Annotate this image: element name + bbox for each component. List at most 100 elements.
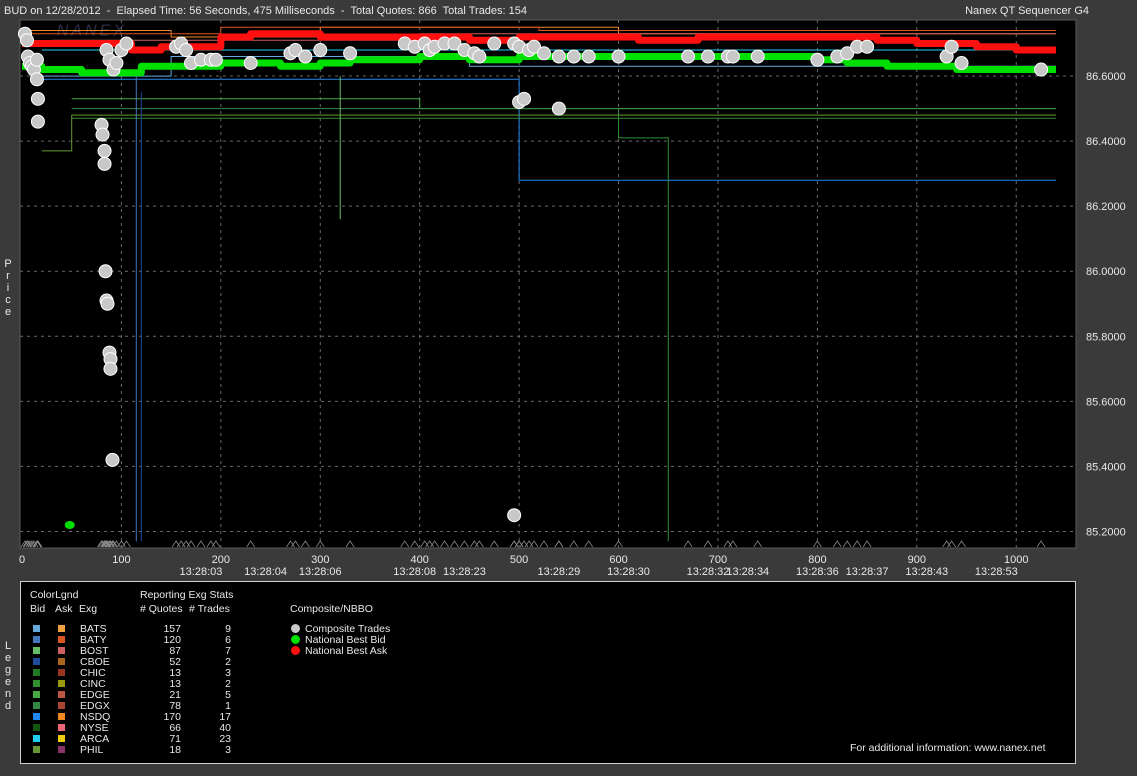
legend-quotes-col: # Quotes <box>140 603 183 615</box>
legend-label-letter: g <box>4 664 12 676</box>
bid-color-swatch <box>33 746 40 753</box>
x-tick-label: 600 <box>609 554 627 566</box>
legend-ask-col: Ask <box>55 603 73 615</box>
legend-trades-col: # Trades <box>189 603 230 615</box>
composite-trade-point <box>1034 62 1049 77</box>
bid-color-swatch <box>33 625 40 632</box>
time-label: 13:28:03 <box>180 566 223 578</box>
bid-color-swatch <box>33 724 40 731</box>
composite-trade-point <box>243 56 258 71</box>
bid-color-swatch <box>33 636 40 643</box>
ask-color-swatch <box>58 625 65 632</box>
y-tick-label: 86.6000 <box>1086 71 1126 83</box>
legend-label-letter: n <box>4 688 12 700</box>
ask-color-swatch <box>58 691 65 698</box>
composite-trade-point <box>103 361 118 376</box>
ask-color-swatch <box>58 647 65 654</box>
composite-trade-point <box>472 49 487 64</box>
price-label-letter: r <box>6 270 10 282</box>
legend-footer: For additional information: www.nanex.ne… <box>850 742 1046 754</box>
composite-trade-point <box>487 36 502 51</box>
composite-trade-point <box>97 156 112 171</box>
legend-composite-marker <box>291 635 300 644</box>
y-tick-label: 85.2000 <box>1086 526 1126 538</box>
bid-color-swatch <box>33 702 40 709</box>
ask-color-swatch <box>58 680 65 687</box>
composite-trade-point <box>750 49 765 64</box>
price-label-letter: e <box>4 306 12 318</box>
composite-trade-point <box>810 52 825 67</box>
legend-colorlgnd-header: ColorLgnd <box>30 589 79 601</box>
composite-trade-point <box>298 49 313 64</box>
composite-trade-point <box>30 91 45 106</box>
legend-label-letter: d <box>4 700 12 712</box>
x-tick-label: 1000 <box>1004 554 1028 566</box>
composite-trade-point <box>954 56 969 71</box>
legend-composite-label: National Best Ask <box>305 645 388 657</box>
x-tick-label: 100 <box>112 554 130 566</box>
price-axis-label: Price <box>3 258 13 318</box>
composite-trade-point <box>98 264 113 279</box>
time-label: 13:28:34 <box>726 566 769 578</box>
composite-trade-point <box>208 52 223 67</box>
time-label: 13:28:04 <box>244 566 287 578</box>
legend-composite-marker <box>291 624 300 633</box>
y-tick-label: 86.2000 <box>1086 201 1126 213</box>
ask-color-swatch <box>58 746 65 753</box>
legend-trade-count: 3 <box>225 744 231 756</box>
legend-bid-col: Bid <box>30 603 46 615</box>
time-label: 13:28:32 <box>687 566 730 578</box>
legend-composite-marker <box>291 646 300 655</box>
nbb-point <box>64 520 75 529</box>
composite-trade-point <box>95 127 110 142</box>
composite-trade-point <box>725 49 740 64</box>
legend-label-letter: e <box>4 676 12 688</box>
composite-trade-point <box>179 43 194 58</box>
composite-trade-point <box>100 296 115 311</box>
time-label: 13:28:53 <box>975 566 1018 578</box>
x-tick-label: 700 <box>709 554 727 566</box>
price-chart: NANEX86.600086.400086.200086.000085.8000… <box>17 19 1126 578</box>
composite-trade-point <box>701 49 716 64</box>
legend-panel: ColorLgnd Reporting Exg Stats Bid Ask Ex… <box>20 581 1076 764</box>
composite-trade-point <box>517 91 532 106</box>
bid-color-swatch <box>33 691 40 698</box>
composite-trade-point <box>860 39 875 54</box>
legend-label-letter: e <box>4 652 12 664</box>
composite-trade-point <box>109 56 124 71</box>
ask-color-swatch <box>58 669 65 676</box>
composite-trade-point <box>566 49 581 64</box>
ask-color-swatch <box>58 724 65 731</box>
composite-trade-point <box>97 143 112 158</box>
legend-exchange-name: PHIL <box>80 744 104 756</box>
price-label-letter: i <box>6 282 10 294</box>
legend-composite-header: Composite/NBBO <box>290 603 373 615</box>
time-label: 13:28:23 <box>443 566 486 578</box>
y-tick-label: 85.6000 <box>1086 396 1126 408</box>
composite-trade-point <box>313 43 328 58</box>
time-label: 13:28:37 <box>846 566 889 578</box>
composite-trade-point <box>944 39 959 54</box>
legend-label-letter: L <box>4 640 12 652</box>
composite-trade-point <box>29 72 44 87</box>
price-label-letter: c <box>5 294 11 306</box>
legend-quote-count: 18 <box>169 744 181 756</box>
bid-color-swatch <box>33 713 40 720</box>
x-tick-label: 0 <box>19 554 25 566</box>
price-label-letter: P <box>4 258 12 270</box>
composite-trade-point <box>581 49 596 64</box>
bid-color-swatch <box>33 658 40 665</box>
legend-exg-col: Exg <box>79 603 98 615</box>
x-tick-label: 400 <box>411 554 429 566</box>
time-label: 13:28:29 <box>537 566 580 578</box>
time-label: 13:28:36 <box>796 566 839 578</box>
ask-color-swatch <box>58 713 65 720</box>
x-tick-label: 200 <box>212 554 230 566</box>
y-tick-label: 86.4000 <box>1086 136 1126 148</box>
composite-trade-point <box>681 49 696 64</box>
ask-color-swatch <box>58 636 65 643</box>
bid-color-swatch <box>33 647 40 654</box>
x-tick-label: 900 <box>908 554 926 566</box>
composite-trade-point <box>30 114 45 129</box>
composite-trade-point <box>105 452 120 467</box>
